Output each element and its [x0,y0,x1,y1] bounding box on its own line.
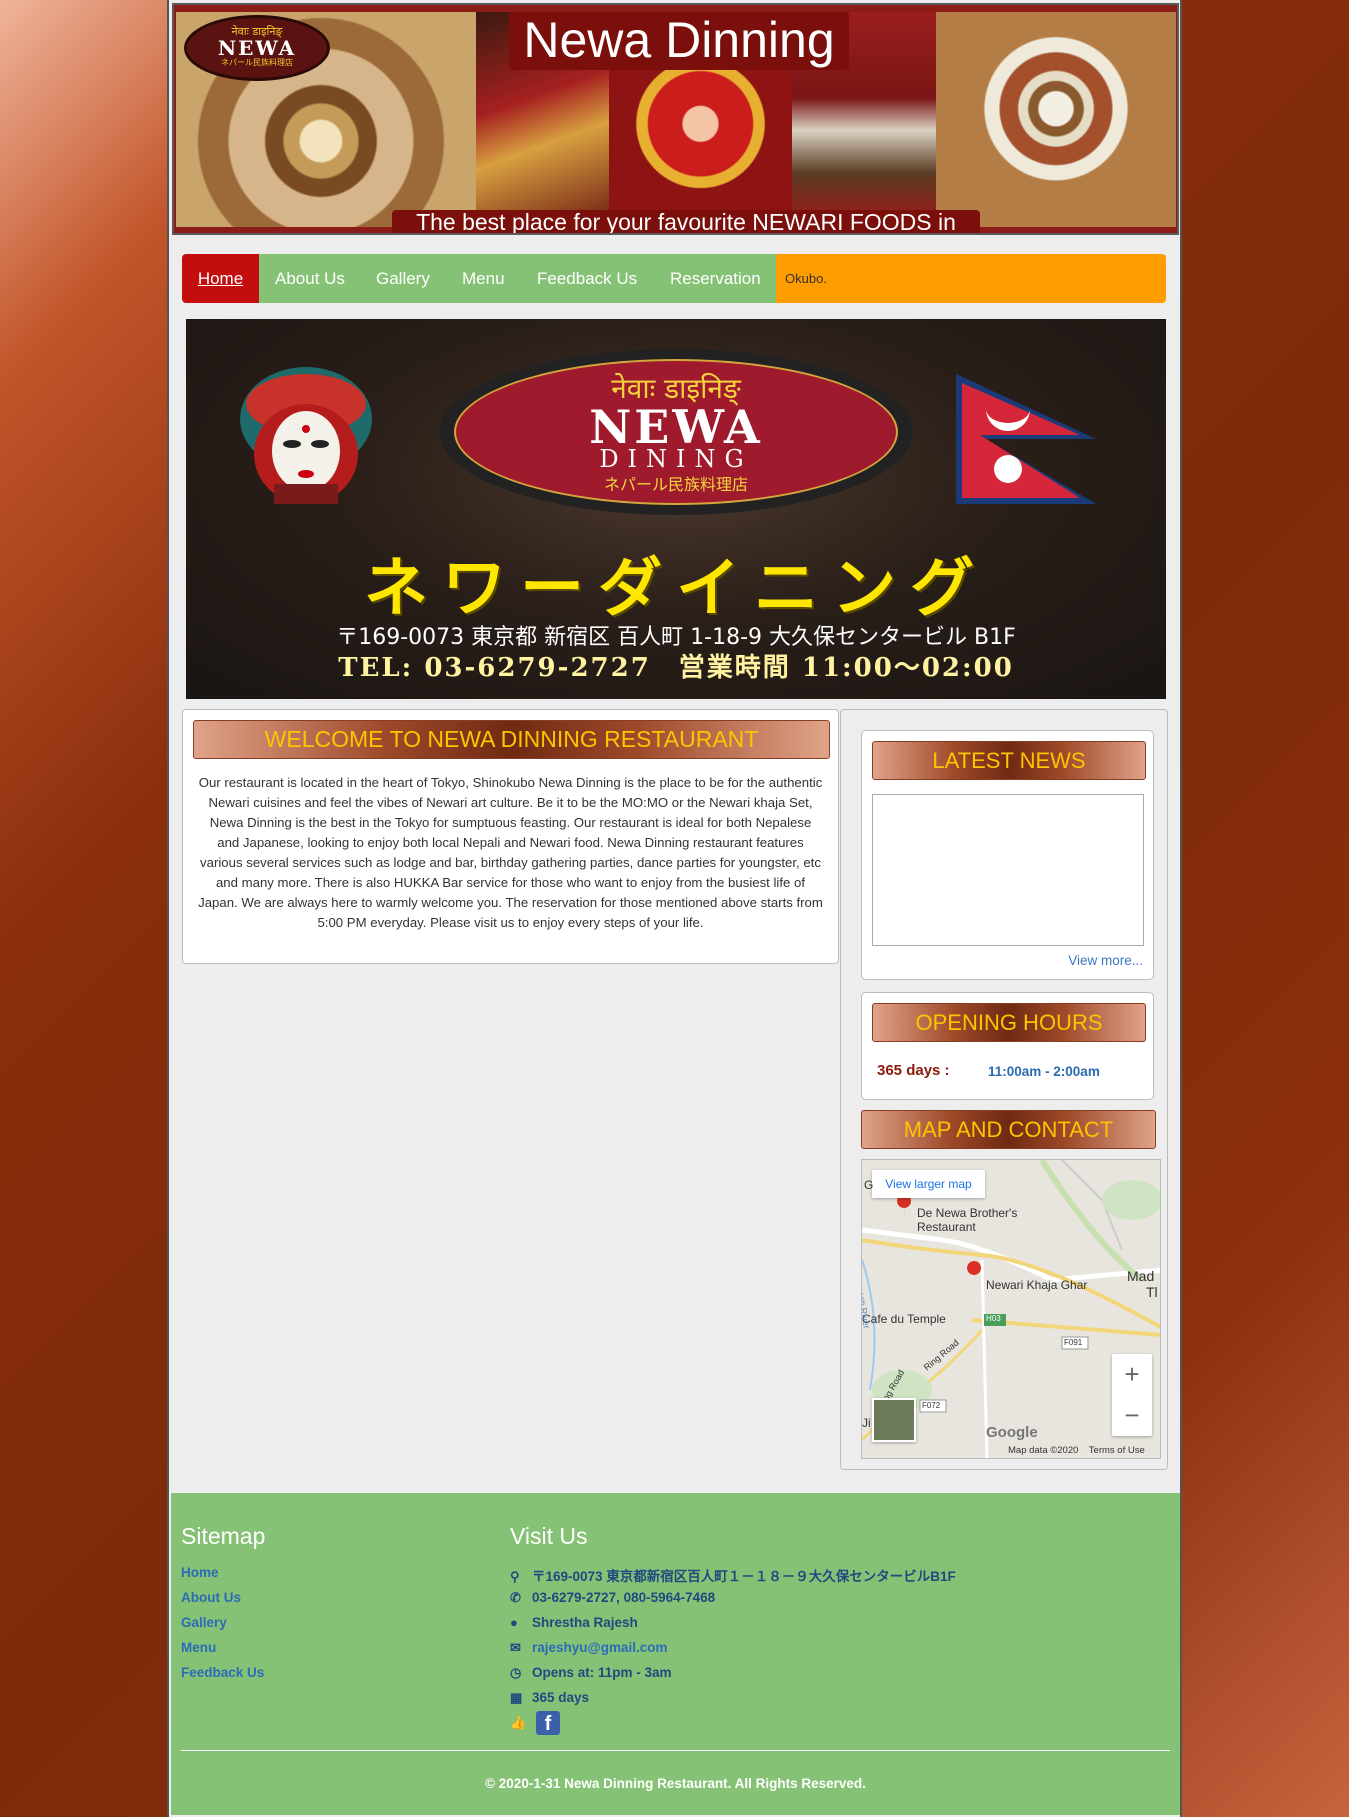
kumari-mask-icon [240,367,372,504]
footer-email: ✉ rajeshyu@gmail.com [510,1640,667,1656]
footer-link-about-us[interactable]: About Us [181,1590,241,1605]
map-place-de-newa[interactable]: De Newa Brother's Restaurant [917,1206,1027,1234]
hero-logo-name: NEWA [589,400,763,454]
welcome-section: WELCOME TO NEWA DINNING RESTAURANT Our r… [182,709,839,964]
hero-logo-sub: DINING [599,445,753,473]
view-larger-map-link[interactable]: View larger map [872,1170,985,1198]
map-road-label: F091 [1064,1338,1083,1347]
nav-about-us[interactable]: About Us [275,254,345,303]
map-road-label: F072 [922,1401,941,1410]
nav-reservation[interactable]: Reservation [670,254,761,303]
user-icon: ● [510,1615,518,1630]
map-data-credit: Map data ©2020 [1008,1445,1079,1456]
calendar-icon: ▦ [510,1690,523,1705]
facebook-icon[interactable]: f [536,1711,560,1735]
google-logo: Google [986,1424,1038,1441]
map-terms-link[interactable]: Terms of Use [1089,1445,1145,1456]
footer-link-gallery[interactable]: Gallery [181,1615,227,1630]
site-tagline: The best place for your favourite NEWARI… [392,210,980,233]
nav-feedback-us[interactable]: Feedback Us [537,254,637,303]
logo-jp: ネパール民族料理店 [221,58,293,67]
footer-owner: ● Shrestha Rajesh [510,1615,638,1630]
map-road-label: H03 [986,1314,1001,1323]
news-ticker: Okubo. [776,254,1166,303]
footer-opens-text: Opens at: 11pm - 3am [532,1665,672,1680]
site-footer: Sitemap Home About Us Gallery Menu Feedb… [171,1493,1180,1815]
map-contact-title: MAP AND CONTACT [861,1110,1156,1149]
visit-us-title: Visit Us [510,1523,588,1549]
sidebar: LATEST NEWS View more... OPENING HOURS 3… [840,709,1168,1470]
hero-logo: नेवाः डाइनिङ् NEWA DINING ネパール民族料理店 [439,349,913,515]
page-container: नेवाः डाइनिङ् NEWA ネパール民族料理店 Newa Dinnin… [167,0,1182,1817]
map-edge-label: Ji [862,1416,871,1430]
welcome-body: Our restaurant is located in the heart o… [198,775,823,930]
footer-social: 👍 f [510,1711,560,1735]
hero-banner: नेवाः डाइनिङ् NEWA DINING ネパール民族料理店 ネワーダ… [186,319,1166,699]
view-more-link[interactable]: View more... [1068,953,1143,968]
opening-hours-title: OPENING HOURS [872,1003,1146,1042]
map-place-cafe-du-temple[interactable]: Cafe du Temple [862,1312,946,1326]
footer-email-link[interactable]: rajeshyu@gmail.com [532,1640,667,1655]
zoom-out-button[interactable]: − [1112,1395,1152,1436]
footer-link-menu[interactable]: Menu [181,1640,216,1655]
clock-icon: ◷ [510,1665,522,1680]
opening-hours-panel: OPENING HOURS 365 days : 11:00am - 2:00a… [861,992,1154,1100]
latest-news-title: LATEST NEWS [872,741,1146,780]
map-zoom-control: + − [1112,1354,1152,1436]
hero-tel: TEL: 03-6279-2727 営業時間 11:00〜02:00 [338,653,1014,683]
map-edge-label: G [864,1178,874,1192]
main-nav: Home About Us Gallery Menu Feedback Us R… [182,254,1166,303]
footer-owner-text: Shrestha Rajesh [532,1615,638,1630]
banner-feast-photo [936,12,1176,227]
logo-name: NEWA [217,36,297,60]
map-edge-label: Mad [1127,1268,1155,1284]
welcome-title: WELCOME TO NEWA DINNING RESTAURANT [193,720,830,759]
embedded-map[interactable]: View larger map G De Newa Brother's Rest… [861,1159,1161,1459]
hours-value: 11:00am - 2:00am [988,1064,1100,1079]
nav-menu[interactable]: Menu [462,254,505,303]
zoom-in-button[interactable]: + [1112,1354,1152,1395]
nepal-flag-icon [956,374,1096,504]
latest-news-panel: LATEST NEWS View more... [861,730,1154,980]
phone-icon: ✆ [510,1590,521,1605]
footer-link-feedback-us[interactable]: Feedback Us [181,1665,264,1680]
footer-link-home[interactable]: Home [181,1565,219,1580]
footer-days: ▦ 365 days [510,1690,589,1706]
footer-address: ⚲ 〒169-0073 東京都新宿区百人町１－１８－９大久保センタービルB1F [510,1565,956,1585]
nav-gallery[interactable]: Gallery [376,254,430,303]
map-marker-icon: ⚲ [510,1569,520,1584]
hours-label: 365 days : [877,1062,950,1079]
header-banner: नेवाः डाइनिङ् NEWA ネパール民族料理店 Newa Dinnin… [172,3,1179,235]
satellite-toggle[interactable] [872,1398,916,1442]
hero-logo-jp: ネパール民族料理店 [603,477,748,494]
news-list [872,794,1144,946]
sitemap-title: Sitemap [181,1523,266,1549]
nav-home[interactable]: Home [182,254,259,303]
map-footer: Map data ©2020 Terms of Use [1008,1445,1145,1456]
map-edge-label: Tl [1146,1284,1158,1300]
footer-phone: ✆ 03-6279-2727, 080-5964-7468 [510,1590,715,1606]
thumbs-up-icon: 👍 [510,1714,527,1730]
footer-address-text: 〒169-0073 東京都新宿区百人町１－１８－９大久保センタービルB1F [532,1569,956,1584]
footer-phone-text: 03-6279-2727, 080-5964-7468 [532,1590,716,1605]
footer-days-text: 365 days [532,1690,590,1705]
copyright: © 2020-1-31 Newa Dinning Restaurant. All… [485,1776,866,1791]
footer-divider [181,1750,1170,1751]
site-title: Newa Dinning [509,12,849,70]
banner-logo: नेवाः डाइनिङ् NEWA ネパール民族料理店 [184,15,330,81]
hero-katakana: ネワーダイニング [364,552,988,626]
footer-opens: ◷ Opens at: 11pm - 3am [510,1665,672,1681]
envelope-icon: ✉ [510,1640,521,1655]
map-place-newari-khaja[interactable]: Newari Khaja Ghar [986,1278,1087,1292]
